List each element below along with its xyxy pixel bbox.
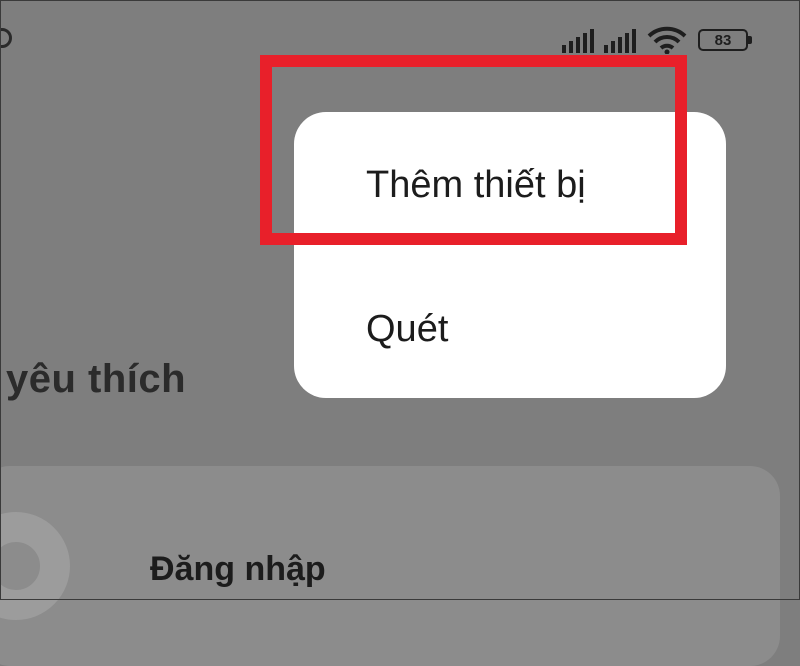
partial-status-icon [0,28,12,48]
battery-icon: 83 [698,29,752,51]
status-bar: 83 [562,26,752,54]
login-card[interactable] [0,466,780,666]
wifi-icon [647,26,687,54]
signal-icon [604,27,636,53]
login-label[interactable]: Đăng nhập [150,550,326,589]
menu-item-add-device[interactable]: Thêm thiết bị [294,145,726,225]
menu-item-scan[interactable]: Quét [294,289,726,369]
signal-icon [562,27,594,53]
favorites-heading: yêu thích [6,357,187,401]
battery-level: 83 [714,31,732,49]
